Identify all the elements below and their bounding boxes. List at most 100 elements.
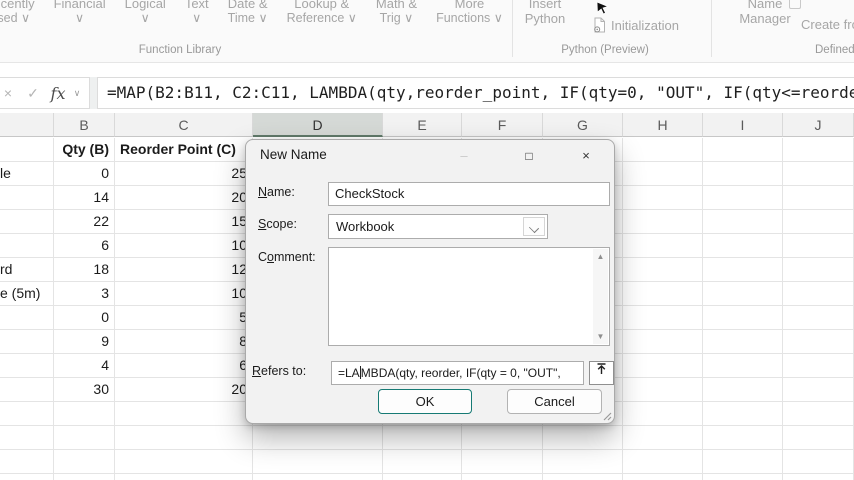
cell[interactable]: 6: [54, 234, 115, 258]
cell[interactable]: [0, 474, 54, 480]
cell[interactable]: [783, 306, 854, 330]
maximize-button[interactable]: □: [511, 143, 547, 169]
cell[interactable]: [783, 426, 854, 450]
cell[interactable]: [543, 426, 623, 450]
cell[interactable]: [703, 138, 783, 162]
cell[interactable]: [783, 450, 854, 474]
cell[interactable]: [383, 426, 462, 450]
cell[interactable]: 20: [115, 186, 253, 210]
cell[interactable]: 30: [54, 378, 115, 402]
cell[interactable]: [703, 186, 783, 210]
formula-input[interactable]: =MAP(B2:B11, C2:C11, LAMBDA(qty,reorder_…: [97, 77, 854, 109]
cell[interactable]: [462, 474, 543, 480]
cell[interactable]: [462, 426, 543, 450]
cell[interactable]: [115, 450, 253, 474]
cell[interactable]: [783, 354, 854, 378]
cell[interactable]: 12: [115, 258, 253, 282]
cell[interactable]: 25: [115, 162, 253, 186]
cell[interactable]: [783, 474, 854, 480]
cell[interactable]: [623, 258, 703, 282]
ribbon-item-math-trig[interactable]: Math & Trig ∨: [376, 0, 417, 26]
cell[interactable]: [783, 186, 854, 210]
cell[interactable]: Qty (B): [54, 138, 115, 162]
cell[interactable]: 4: [54, 354, 115, 378]
cell[interactable]: e (5m): [0, 282, 54, 306]
scope-dropdown[interactable]: Workbook: [328, 214, 548, 239]
cell[interactable]: [54, 402, 115, 426]
insert-python-button[interactable]: Insert Python: [516, 0, 574, 26]
cell[interactable]: 10: [115, 234, 253, 258]
define-name-icon[interactable]: [789, 0, 801, 9]
column-header-H[interactable]: H: [623, 113, 703, 137]
cell[interactable]: [0, 138, 54, 162]
chevron-down-icon[interactable]: [523, 217, 545, 236]
enter-entry-icon[interactable]: ✓: [20, 85, 46, 102]
cell[interactable]: [623, 306, 703, 330]
collapse-dialog-button[interactable]: [589, 361, 614, 385]
cell[interactable]: [783, 210, 854, 234]
cancel-entry-icon[interactable]: ×: [0, 85, 20, 101]
cell[interactable]: 3: [54, 282, 115, 306]
cell[interactable]: [543, 450, 623, 474]
chevron-down-icon[interactable]: ∨: [70, 88, 84, 99]
cell[interactable]: [623, 450, 703, 474]
cell[interactable]: [703, 378, 783, 402]
initialization-button[interactable]: Initialization: [592, 17, 679, 34]
column-header-C[interactable]: C: [115, 113, 253, 137]
cell[interactable]: [54, 426, 115, 450]
cell[interactable]: [703, 258, 783, 282]
cell[interactable]: 5: [115, 306, 253, 330]
cell[interactable]: [703, 354, 783, 378]
cell[interactable]: [0, 450, 54, 474]
cell[interactable]: [0, 306, 54, 330]
cell[interactable]: [703, 474, 783, 480]
cell[interactable]: [253, 450, 383, 474]
cell[interactable]: 10: [115, 282, 253, 306]
cell[interactable]: [623, 210, 703, 234]
cell[interactable]: [783, 282, 854, 306]
cell[interactable]: [0, 426, 54, 450]
cell[interactable]: [54, 474, 115, 480]
scroll-down-icon[interactable]: ▼: [593, 329, 608, 344]
ribbon-item-date-time[interactable]: Date & Time ∨: [228, 0, 268, 26]
ribbon-item-logical[interactable]: Logical ∨: [125, 0, 166, 26]
cell[interactable]: [783, 138, 854, 162]
cell[interactable]: 20: [115, 378, 253, 402]
cell[interactable]: [703, 426, 783, 450]
column-header-B[interactable]: B: [54, 113, 115, 137]
cell[interactable]: le: [0, 162, 54, 186]
cell[interactable]: [783, 378, 854, 402]
ribbon-item-lookup-reference[interactable]: Lookup & Reference ∨: [287, 0, 357, 26]
cell[interactable]: [623, 354, 703, 378]
cell[interactable]: [462, 450, 543, 474]
column-header-D[interactable]: D: [253, 113, 383, 137]
cell[interactable]: [623, 426, 703, 450]
cell[interactable]: 6: [115, 354, 253, 378]
cell[interactable]: [0, 210, 54, 234]
cell[interactable]: [703, 210, 783, 234]
cell[interactable]: [253, 474, 383, 480]
ribbon-item-recently-used[interactable]: RecentlyUsed ∨: [0, 0, 35, 26]
cell[interactable]: [783, 258, 854, 282]
column-header-J[interactable]: J: [783, 113, 854, 137]
cell[interactable]: [703, 402, 783, 426]
refers-to-field[interactable]: =LAMBDA(qty, reorder, IF(qty = 0, "OUT",: [331, 361, 584, 385]
cell[interactable]: [115, 474, 253, 480]
cell[interactable]: [383, 450, 462, 474]
ribbon-item-more-functions[interactable]: More Functions ∨: [436, 0, 503, 26]
cell[interactable]: [623, 402, 703, 426]
cell[interactable]: [0, 186, 54, 210]
cell[interactable]: [54, 450, 115, 474]
cell[interactable]: 22: [54, 210, 115, 234]
column-header-A-sliver[interactable]: [0, 113, 54, 137]
cell[interactable]: [703, 162, 783, 186]
cell[interactable]: [703, 330, 783, 354]
cell[interactable]: [783, 330, 854, 354]
cell[interactable]: 8: [115, 330, 253, 354]
cell[interactable]: Reorder Point (C): [115, 138, 253, 162]
cell[interactable]: [783, 402, 854, 426]
scroll-up-icon[interactable]: ▲: [593, 249, 608, 264]
cell[interactable]: [623, 282, 703, 306]
cell[interactable]: [115, 402, 253, 426]
cell[interactable]: [703, 234, 783, 258]
